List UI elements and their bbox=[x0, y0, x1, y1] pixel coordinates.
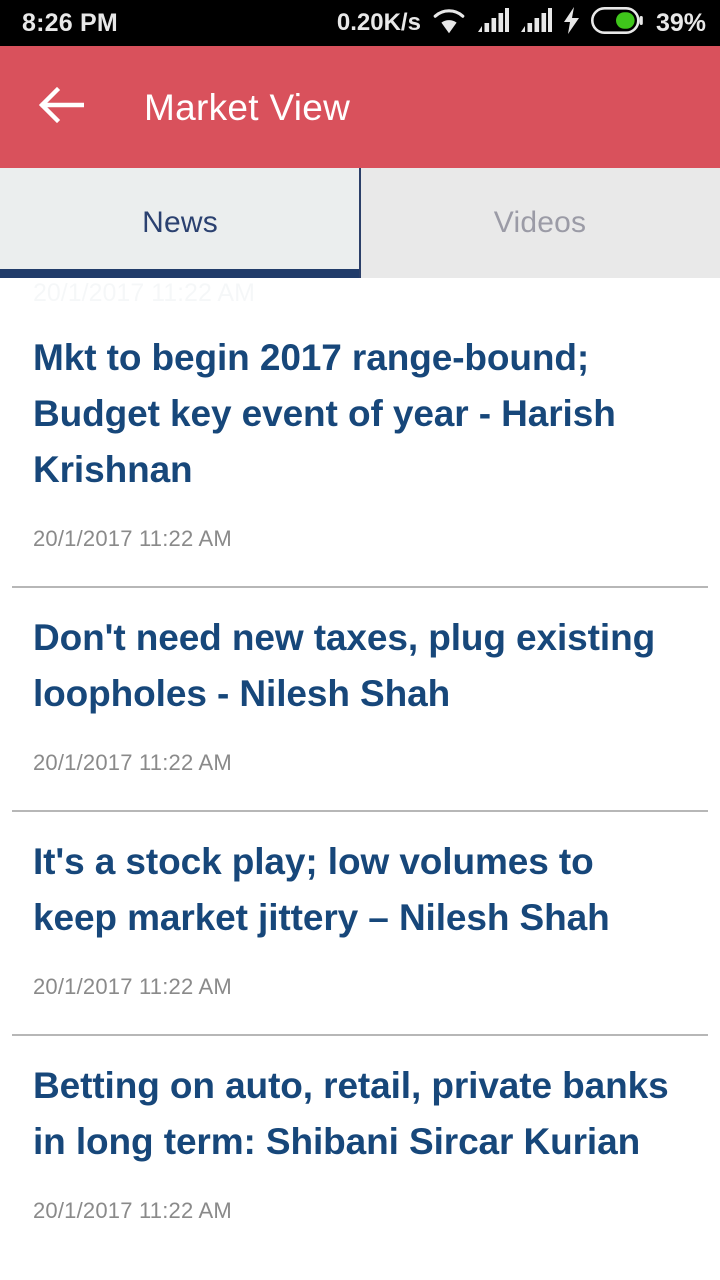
news-date: 20/1/2017 11:22 AM bbox=[33, 526, 232, 551]
news-title: Don't need new taxes, plug existing loop… bbox=[33, 617, 656, 714]
tab-videos-label: Videos bbox=[493, 206, 587, 239]
news-date: 20/1/2017 11:22 AM bbox=[33, 750, 232, 775]
battery-percent-label: 39% bbox=[655, 8, 706, 37]
status-bar-indicators: 0.20K/s 39% bbox=[336, 6, 706, 39]
tab-videos[interactable]: Videos bbox=[360, 168, 720, 278]
news-title: It's a stock play; low volumes to keep m… bbox=[33, 841, 610, 938]
page-title: Market View bbox=[144, 86, 351, 128]
status-bar: 8:26 PM 0.20K/s 39% bbox=[0, 0, 720, 46]
network-speed-label: 0.20K/s bbox=[336, 9, 421, 36]
active-tab-indicator bbox=[0, 269, 359, 278]
news-list-item[interactable]: Mkt to begin 2017 range-bound; Budget ke… bbox=[0, 308, 720, 586]
news-date: 20/1/2017 11:22 AM bbox=[33, 1198, 232, 1223]
status-bar-clock: 8:26 PM bbox=[22, 8, 118, 37]
news-list-item[interactable]: Betting on auto, retail, private banks i… bbox=[0, 1036, 720, 1258]
news-list[interactable]: 20/1/2017 11:22 AM Mkt to begin 2017 ran… bbox=[0, 278, 720, 1280]
news-title: Mkt to begin 2017 range-bound; Budget ke… bbox=[33, 337, 616, 490]
signal-sim1-icon bbox=[477, 7, 510, 39]
news-title: Betting on auto, retail, private banks i… bbox=[33, 1065, 669, 1162]
battery-icon bbox=[590, 6, 643, 39]
news-list-item[interactable]: Don't need new taxes, plug existing loop… bbox=[0, 588, 720, 810]
news-list-item[interactable]: It's a stock play; low volumes to keep m… bbox=[0, 812, 720, 1034]
phone-screen: 8:26 PM 0.20K/s 39% Market View News Vid… bbox=[0, 0, 720, 1280]
tab-news-label: News bbox=[142, 206, 218, 239]
charging-bolt-icon bbox=[563, 7, 580, 39]
tab-divider bbox=[359, 168, 361, 278]
news-date: 20/1/2017 11:22 AM bbox=[33, 974, 232, 999]
wifi-icon bbox=[432, 7, 466, 39]
back-button[interactable] bbox=[30, 76, 92, 138]
signal-sim2-icon bbox=[520, 7, 553, 39]
tab-news[interactable]: News bbox=[0, 168, 360, 278]
app-bar: Market View bbox=[0, 46, 720, 168]
back-arrow-icon bbox=[38, 86, 85, 128]
scrolled-off-row: 20/1/2017 11:22 AM bbox=[0, 278, 720, 308]
